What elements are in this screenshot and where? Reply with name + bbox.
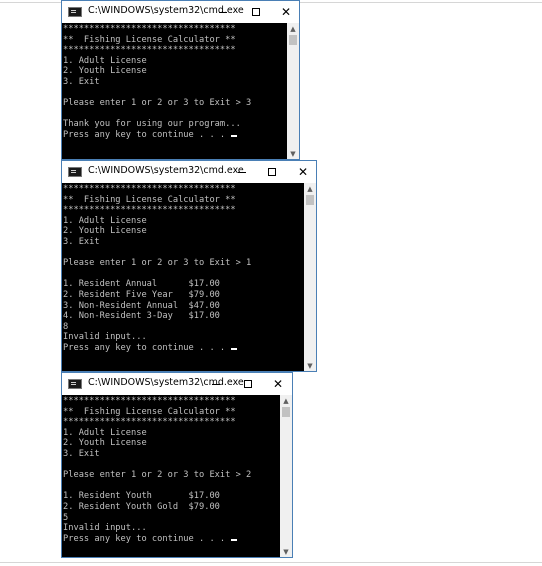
vertical-scrollbar[interactable]: ▲ ▼	[304, 183, 316, 371]
vertical-scrollbar[interactable]: ▲ ▼	[280, 395, 292, 557]
cmd-app-icon	[68, 379, 82, 389]
console-line: Thank you for using our program...	[63, 119, 241, 130]
close-icon: ✕	[272, 377, 284, 391]
console-line: 1. Adult License	[63, 215, 147, 226]
scroll-thumb[interactable]	[289, 35, 297, 45]
minimize-button[interactable]	[228, 161, 256, 183]
console-window-2[interactable]: C:\WINDOWS\system32\cmd.exe ✕ **********…	[61, 160, 317, 372]
console-line: 8	[63, 321, 69, 332]
cmd-app-icon	[68, 7, 82, 17]
console-line: Invalid input...	[63, 332, 147, 343]
window-title: C:\WINDOWS\system32\cmd.exe	[88, 165, 244, 176]
minimize-button[interactable]	[202, 373, 230, 395]
maximize-button[interactable]	[234, 373, 262, 395]
console-line: 1. Adult License	[63, 427, 147, 438]
console-line: ** Fishing License Calculator **	[63, 194, 236, 205]
maximize-button[interactable]	[242, 1, 270, 23]
console-line: 1. Adult License	[63, 55, 147, 66]
console-text: ********************************* ** Fis…	[62, 183, 304, 354]
scroll-thumb[interactable]	[306, 195, 314, 205]
console-line: 3. Exit	[63, 236, 100, 247]
maximize-icon	[252, 8, 260, 16]
maximize-icon	[268, 168, 276, 176]
minimize-icon	[219, 11, 227, 13]
scroll-up-arrow-icon[interactable]: ▲	[287, 23, 299, 34]
scroll-up-arrow-icon[interactable]: ▲	[304, 183, 316, 194]
console-line: 2. Youth License	[63, 438, 147, 449]
console-line: 2. Youth License	[63, 66, 147, 77]
minimize-icon	[212, 383, 220, 385]
scroll-thumb[interactable]	[282, 407, 290, 417]
close-button[interactable]: ✕	[289, 161, 317, 183]
minimize-button[interactable]	[209, 1, 237, 23]
text-cursor	[231, 538, 238, 541]
console-line: 1. Resident Annual $17.00	[63, 279, 220, 290]
console-line: Please enter 1 or 2 or 3 to Exit > 3	[63, 98, 252, 109]
text-cursor	[231, 134, 238, 137]
console-line: Press any key to continue . . .	[63, 129, 231, 140]
console-line: *********************************	[63, 184, 236, 194]
console-text: ********************************* ** Fis…	[62, 23, 287, 141]
title-bar[interactable]: C:\WINDOWS\system32\cmd.exe ✕	[62, 373, 292, 395]
console-line: *********************************	[63, 24, 236, 34]
console-line: *********************************	[63, 205, 236, 216]
console-line: *********************************	[63, 396, 236, 406]
console-line: Please enter 1 or 2 or 3 to Exit > 1	[63, 258, 252, 269]
close-button[interactable]: ✕	[272, 1, 300, 23]
console-line: 3. Exit	[63, 448, 100, 459]
title-bar[interactable]: C:\WINDOWS\system32\cmd.exe ✕	[62, 161, 316, 183]
console-text: ********************************* ** Fis…	[62, 395, 280, 544]
scroll-down-arrow-icon[interactable]: ▼	[287, 148, 299, 159]
console-line: *********************************	[63, 45, 236, 56]
console-line: 2. Youth License	[63, 226, 147, 237]
scroll-down-arrow-icon[interactable]: ▼	[280, 546, 292, 557]
console-line: 1. Resident Youth $17.00	[63, 491, 220, 502]
maximize-icon	[244, 380, 252, 388]
scroll-down-arrow-icon[interactable]: ▼	[304, 360, 316, 371]
console-line: ** Fishing License Calculator **	[63, 34, 236, 45]
close-icon: ✕	[297, 165, 309, 179]
maximize-button[interactable]	[258, 161, 286, 183]
console-line: 2. Resident Youth Gold $79.00	[63, 501, 220, 512]
console-line: 4. Non-Resident 3-Day $17.00	[63, 311, 220, 322]
console-output[interactable]: ********************************* ** Fis…	[62, 23, 287, 159]
console-line: Please enter 1 or 2 or 3 to Exit > 2	[63, 470, 252, 481]
console-line: 5	[63, 512, 69, 523]
console-line: Invalid input...	[63, 523, 147, 534]
text-cursor	[231, 347, 238, 350]
console-line: 2. Resident Five Year $79.00	[63, 289, 220, 300]
console-output[interactable]: ********************************* ** Fis…	[62, 183, 304, 371]
console-output[interactable]: ********************************* ** Fis…	[62, 395, 280, 557]
console-line: 3. Non-Resident Annual $47.00	[63, 300, 220, 311]
title-bar[interactable]: C:\WINDOWS\system32\cmd.exe ✕	[62, 1, 299, 23]
console-window-3[interactable]: C:\WINDOWS\system32\cmd.exe ✕ **********…	[61, 372, 293, 558]
minimize-icon	[238, 171, 246, 173]
console-line: Press any key to continue . . .	[63, 533, 231, 544]
scroll-up-arrow-icon[interactable]: ▲	[280, 395, 292, 406]
vertical-scrollbar[interactable]: ▲ ▼	[287, 23, 299, 159]
console-line: *********************************	[63, 417, 236, 428]
close-icon: ✕	[280, 5, 292, 19]
bottom-divider	[0, 562, 542, 563]
console-line: Press any key to continue . . .	[63, 342, 231, 353]
cmd-app-icon	[68, 167, 82, 177]
console-line: 3. Exit	[63, 76, 100, 87]
console-line: ** Fishing License Calculator **	[63, 406, 236, 417]
console-window-1[interactable]: C:\WINDOWS\system32\cmd.exe ✕ **********…	[61, 0, 300, 160]
close-button[interactable]: ✕	[264, 373, 292, 395]
